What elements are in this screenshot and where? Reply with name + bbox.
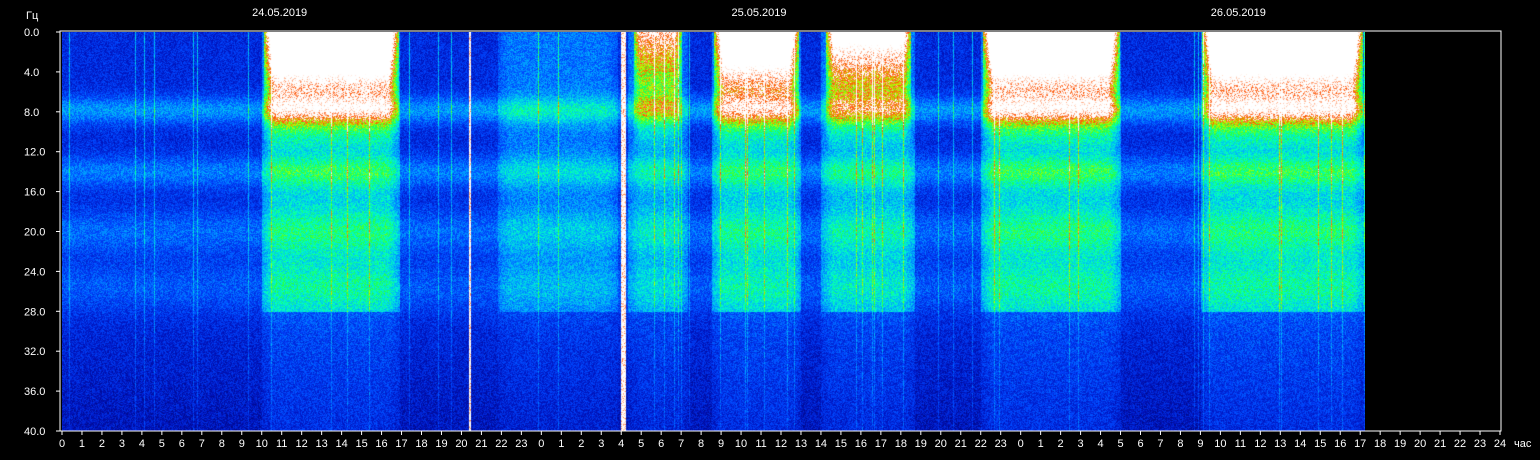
- x-tick-label: 3: [119, 438, 125, 450]
- date-label: 24.05.2019: [252, 7, 307, 19]
- x-tick-label: 10: [1214, 438, 1226, 450]
- x-tick-label: 19: [1394, 438, 1406, 450]
- y-tick-label: 20.0: [24, 227, 45, 239]
- x-tick-label: 4: [618, 438, 624, 450]
- x-tick-label: 7: [1157, 438, 1163, 450]
- plot-area: [62, 32, 1365, 431]
- x-tick-label: 13: [1274, 438, 1286, 450]
- y-tick-label: 36.0: [24, 386, 45, 398]
- x-tick-label: 23: [515, 438, 527, 450]
- x-tick-label: 17: [875, 438, 887, 450]
- x-tick-label: 9: [1197, 438, 1203, 450]
- x-tick-label: 0: [538, 438, 544, 450]
- y-axis-label: Гц: [26, 10, 39, 22]
- spectrogram-heatmap: [62, 32, 1365, 431]
- x-tick-label: 18: [895, 438, 907, 450]
- x-tick-label: 18: [415, 438, 427, 450]
- x-tick-label: 11: [1235, 438, 1246, 450]
- x-tick-label: 17: [1354, 438, 1366, 450]
- x-tick-label: 9: [239, 438, 245, 450]
- x-tick-label: 6: [179, 438, 185, 450]
- x-tick-label: 22: [1454, 438, 1466, 450]
- x-tick-label: 8: [698, 438, 704, 450]
- x-tick-label: 10: [256, 438, 268, 450]
- y-tick-label: 0.0: [24, 27, 39, 39]
- x-tick-label: 4: [139, 438, 145, 450]
- x-tick-label: 21: [955, 438, 967, 450]
- x-tick-label: 12: [1254, 438, 1266, 450]
- x-tick-label: 13: [316, 438, 328, 450]
- x-tick-label: 8: [219, 438, 225, 450]
- x-tick-label: 22: [975, 438, 987, 450]
- x-tick-label: 5: [638, 438, 644, 450]
- y-tick-label: 32.0: [24, 346, 45, 358]
- x-tick-label: 17: [395, 438, 407, 450]
- x-tick-label: 5: [159, 438, 165, 450]
- x-tick-label: 6: [1137, 438, 1143, 450]
- x-tick-label: 3: [1078, 438, 1084, 450]
- x-tick-label: 19: [915, 438, 927, 450]
- x-tick-label: 23: [1474, 438, 1486, 450]
- x-tick-label: 20: [1414, 438, 1426, 450]
- x-tick-label: 22: [495, 438, 507, 450]
- date-label: 26.05.2019: [1211, 7, 1266, 19]
- x-tick-label: 16: [855, 438, 867, 450]
- x-tick-label: 19: [435, 438, 447, 450]
- x-tick-label: 16: [1334, 438, 1346, 450]
- y-tick-label: 4.0: [24, 67, 39, 79]
- x-tick-label: 11: [276, 438, 287, 450]
- x-tick-label: 23: [995, 438, 1007, 450]
- x-tick-label: 2: [578, 438, 584, 450]
- x-tick-label: 14: [1294, 438, 1306, 450]
- x-tick-label: 11: [755, 438, 766, 450]
- y-tick-label: 28.0: [24, 306, 45, 318]
- spectrogram-chart: Гц час 0.0 4.0 8.0 12.0 16.0 20.0 24.0 28.0 32.0…: [0, 0, 1540, 460]
- y-tick-label: 12.0: [24, 147, 45, 159]
- x-tick-label: 16: [375, 438, 387, 450]
- x-tick-label: 5: [1117, 438, 1123, 450]
- x-tick-label: 4: [1097, 438, 1103, 450]
- x-tick-label: 2: [99, 438, 105, 450]
- x-tick-label: 6: [658, 438, 664, 450]
- x-tick-label: 12: [296, 438, 308, 450]
- x-tick-label: 15: [355, 438, 367, 450]
- x-tick-label: 21: [475, 438, 487, 450]
- x-tick-label: 10: [735, 438, 747, 450]
- y-tick-label: 8.0: [24, 107, 39, 119]
- x-tick-label: 12: [775, 438, 787, 450]
- x-tick-label: 2: [1058, 438, 1064, 450]
- x-tick-label: 20: [935, 438, 947, 450]
- x-tick-label: 15: [835, 438, 847, 450]
- x-tick-label: 7: [678, 438, 684, 450]
- x-tick-label: 3: [598, 438, 604, 450]
- y-tick-label: 16.0: [24, 187, 45, 199]
- x-tick-label: 13: [795, 438, 807, 450]
- x-tick-label: 1: [79, 438, 85, 450]
- x-tick-label: 9: [718, 438, 724, 450]
- x-tick-label: 18: [1374, 438, 1386, 450]
- x-tick-label: 15: [1314, 438, 1326, 450]
- y-tick-label: 40.0: [24, 426, 45, 438]
- date-label: 25.05.2019: [731, 7, 786, 19]
- x-tick-label: 20: [455, 438, 467, 450]
- x-tick-label: 1: [1038, 438, 1044, 450]
- x-tick-label: 14: [815, 438, 827, 450]
- x-tick-label: 7: [199, 438, 205, 450]
- x-tick-label: 1: [558, 438, 564, 450]
- x-tick-label: 14: [335, 438, 347, 450]
- x-tick-label: 0: [59, 438, 65, 450]
- x-tick-label: 0: [1018, 438, 1024, 450]
- x-tick-label: 24: [1494, 438, 1506, 450]
- x-axis-label: час: [1514, 438, 1532, 450]
- x-tick-label: 21: [1434, 438, 1446, 450]
- x-tick-label: 8: [1177, 438, 1183, 450]
- y-tick-label: 24.0: [24, 266, 45, 278]
